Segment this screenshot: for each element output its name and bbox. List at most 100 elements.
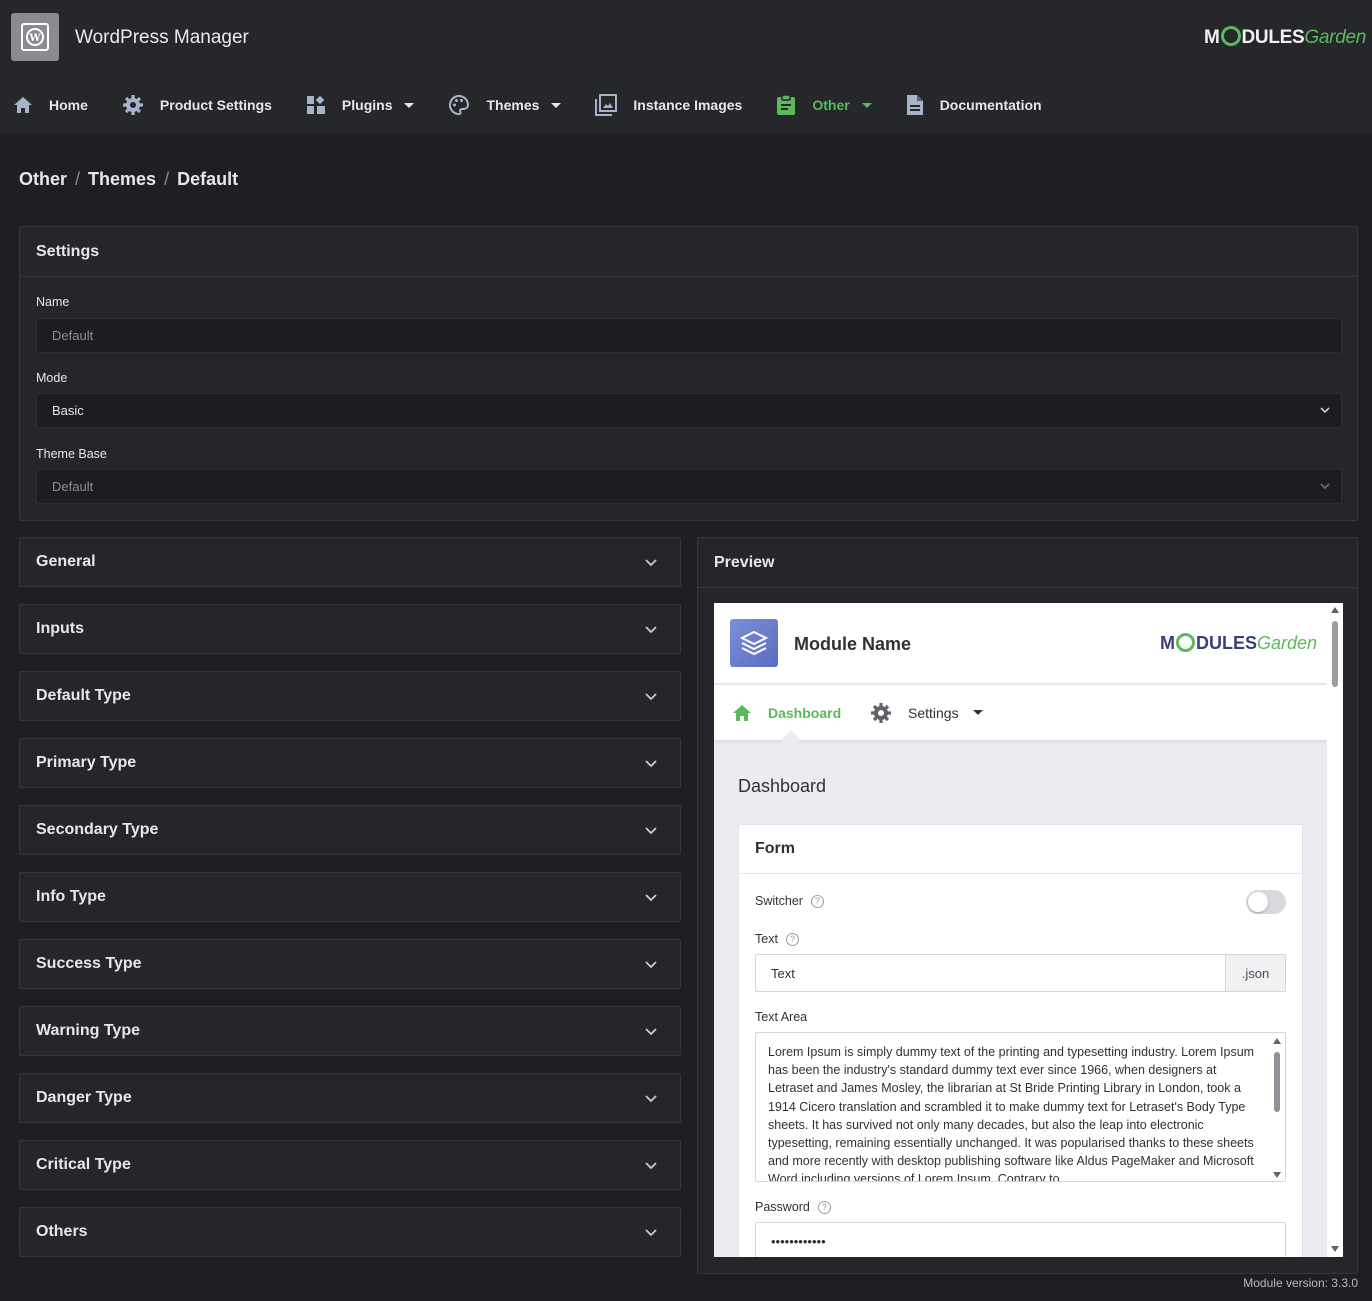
nav-home-label: Home: [49, 97, 88, 113]
home-icon: [14, 97, 32, 113]
nav-plugins-label: Plugins: [341, 97, 393, 113]
chevron-down-icon: [645, 693, 657, 701]
name-label: Name: [36, 295, 70, 309]
module-logo-icon: [730, 619, 778, 667]
preview-nav-settings-label: Settings: [908, 704, 959, 721]
textarea-scrollbar[interactable]: [1272, 1038, 1282, 1178]
section-label: Warning Type: [36, 1022, 140, 1039]
chevron-down-icon: [645, 1229, 657, 1237]
breadcrumb: Other / Themes / Default: [19, 169, 238, 190]
main-nav: Home Product Settings Plugins Themes Ins…: [0, 84, 1076, 126]
help-icon[interactable]: ?: [810, 894, 824, 908]
help-icon[interactable]: ?: [785, 932, 799, 946]
section-label: Secondary Type: [36, 821, 159, 838]
chevron-down-icon: [972, 710, 983, 715]
section-general[interactable]: General: [19, 537, 681, 587]
preview-frame: Module Name M DULESGarden Dashboard Setti…: [714, 603, 1343, 1257]
gear-icon: [871, 702, 891, 723]
section-label: Primary Type: [36, 754, 137, 771]
preview-nav: Dashboard Settings: [714, 685, 1327, 740]
preview-header: Module Name M DULESGarden: [714, 603, 1327, 684]
section-label: Success Type: [36, 955, 142, 972]
settings-panel: Settings Name Default Mode Basic Theme B…: [19, 226, 1358, 521]
section-label: Info Type: [36, 888, 106, 905]
top-header: W WordPress Manager M DULESGarden Home Pr…: [0, 0, 1372, 134]
widgets-icon: [306, 95, 325, 114]
preview-nav-settings[interactable]: Settings: [870, 685, 983, 740]
mode-select[interactable]: Basic: [36, 393, 1342, 428]
chevron-down-icon: [1320, 407, 1330, 414]
chevron-down-icon: [1320, 483, 1330, 490]
section-primary-type[interactable]: Primary Type: [19, 738, 681, 788]
section-critical-type[interactable]: Critical Type: [19, 1140, 681, 1190]
scroll-down-icon[interactable]: [1273, 1172, 1281, 1178]
switcher-toggle[interactable]: [1246, 890, 1286, 914]
section-others[interactable]: Others: [19, 1207, 681, 1257]
chevron-down-icon: [861, 102, 872, 108]
section-label: Others: [36, 1223, 88, 1240]
wordpress-logo-icon: W: [11, 13, 59, 61]
nav-other-label: Other: [812, 97, 850, 113]
module-version: Module version: 3.3.0: [1243, 1276, 1358, 1290]
text-area[interactable]: Lorem Ipsum is simply dummy text of the …: [755, 1032, 1286, 1182]
section-success-type[interactable]: Success Type: [19, 939, 681, 989]
section-label: Danger Type: [36, 1089, 132, 1106]
section-warning-type[interactable]: Warning Type: [19, 1006, 681, 1056]
section-label: Default Type: [36, 687, 131, 704]
nav-documentation-label: Documentation: [939, 97, 1042, 113]
breadcrumb-themes[interactable]: Themes: [88, 169, 156, 190]
text-input[interactable]: Text .json: [755, 954, 1286, 992]
nav-product-settings[interactable]: Product Settings: [122, 84, 272, 126]
nav-themes-label: Themes: [486, 97, 540, 113]
preview-nav-dashboard[interactable]: Dashboard: [732, 685, 841, 740]
breadcrumb-other[interactable]: Other: [19, 169, 67, 190]
password-label: Password?: [755, 1200, 831, 1214]
name-input[interactable]: Default: [36, 318, 1342, 353]
chevron-down-icon: [645, 760, 657, 768]
section-info-type[interactable]: Info Type: [19, 872, 681, 922]
nav-other[interactable]: Other: [776, 84, 872, 126]
theme-base-select[interactable]: Default: [36, 469, 1342, 504]
mode-value: Basic: [52, 403, 84, 418]
preview-page-title: Dashboard: [738, 776, 827, 796]
name-value: Default: [52, 328, 94, 343]
chevron-down-icon: [645, 1028, 657, 1036]
scroll-down-icon[interactable]: [1331, 1246, 1339, 1252]
section-danger-type[interactable]: Danger Type: [19, 1073, 681, 1123]
modulesgarden-logo[interactable]: M DULESGarden: [1204, 26, 1366, 49]
scroll-thumb[interactable]: [1332, 621, 1338, 687]
palette-icon: [449, 94, 470, 116]
modulesgarden-logo: M DULESGarden: [1160, 633, 1318, 653]
scroll-up-icon[interactable]: [1331, 607, 1339, 613]
nav-home[interactable]: Home: [13, 84, 88, 126]
section-label: General: [36, 553, 96, 570]
help-icon[interactable]: ?: [817, 1200, 831, 1214]
section-inputs[interactable]: Inputs: [19, 604, 681, 654]
nav-documentation[interactable]: Documentation: [906, 84, 1042, 126]
nav-instance-images[interactable]: Instance Images: [595, 84, 742, 126]
images-icon: [595, 94, 618, 116]
form-card: Form Switcher? Text? Text .json Text Are…: [738, 824, 1303, 1257]
nav-plugins[interactable]: Plugins: [306, 84, 415, 126]
section-default-type[interactable]: Default Type: [19, 671, 681, 721]
app-title: WordPress Manager: [75, 27, 249, 48]
chevron-down-icon: [404, 102, 415, 108]
textarea-label: Text Area: [755, 1010, 808, 1024]
scroll-thumb[interactable]: [1274, 1052, 1280, 1112]
password-input[interactable]: ••••••••••••: [755, 1222, 1286, 1257]
breadcrumb-separator: /: [164, 169, 170, 189]
password-value: ••••••••••••: [771, 1233, 826, 1249]
chevron-down-icon: [645, 559, 657, 567]
scroll-up-icon[interactable]: [1273, 1038, 1281, 1044]
theme-base-value: Default: [52, 479, 94, 494]
switcher-label: Switcher?: [755, 894, 824, 908]
section-secondary-type[interactable]: Secondary Type: [19, 805, 681, 855]
form-title: Form: [739, 825, 1302, 874]
preview-scrollbar[interactable]: [1327, 603, 1343, 1257]
gear-icon: [122, 95, 143, 115]
preview-nav-dashboard-label: Dashboard: [768, 704, 842, 721]
chevron-down-icon: [645, 626, 657, 634]
textarea-value: Lorem Ipsum is simply dummy text of the …: [768, 1045, 1255, 1182]
nav-themes[interactable]: Themes: [448, 84, 562, 126]
section-label: Inputs: [36, 620, 84, 637]
